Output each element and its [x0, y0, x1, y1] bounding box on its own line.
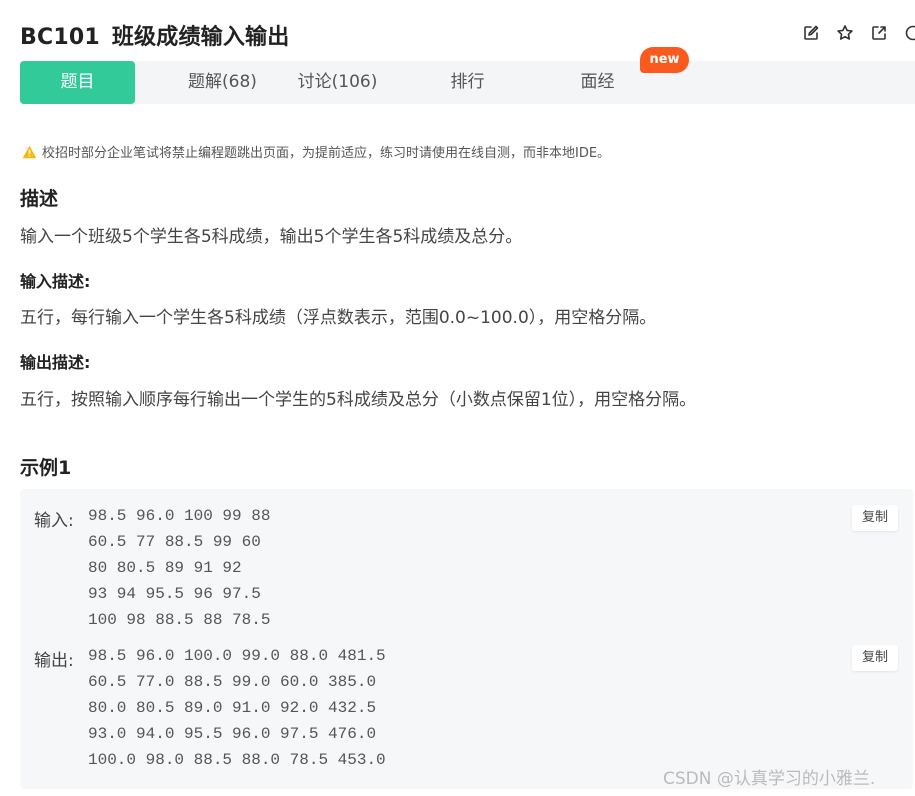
- code-line: 100 98 88.5 88 78.5: [88, 611, 271, 629]
- star-icon[interactable]: [836, 24, 854, 42]
- example-box: 输入: 98.5 96.0 100 99 88 60.5 77 88.5 99 …: [20, 489, 913, 789]
- new-badge: new: [640, 47, 689, 73]
- problem-name: 班级成绩输入输出: [111, 25, 290, 50]
- tab-discussion[interactable]: 讨论(106): [280, 61, 395, 104]
- notice-text: 校招时部分企业笔试将禁止编程题跳出页面，为提前适应，练习时请使用在线自测，而非本…: [42, 146, 611, 161]
- example-output-code: 98.5 96.0 100.0 99.0 88.0 481.5 60.5 77.…: [88, 643, 386, 773]
- code-line: 60.5 77 88.5 99 60: [88, 533, 261, 551]
- notice-banner: 校招时部分企业笔试将禁止编程题跳出页面，为提前适应，练习时请使用在线自测，而非本…: [22, 142, 610, 161]
- example-heading: 示例1: [20, 457, 72, 479]
- code-line: 80.0 80.5 89.0 91.0 92.0 432.5: [88, 699, 377, 717]
- tab-bar: 题目 题解(68) 讨论(106) 排行 面经: [20, 61, 915, 104]
- example-input-label: 输入:: [34, 511, 74, 531]
- header-actions: [795, 24, 915, 44]
- problem-code: BC101: [20, 25, 100, 50]
- code-line: 80 80.5 89 91 92: [88, 559, 242, 577]
- code-line: 98.5 96.0 100 99 88: [88, 507, 271, 525]
- problem-title: BC101 班级成绩输入输出: [20, 19, 289, 51]
- code-line: 60.5 77.0 88.5 99.0 60.0 385.0: [88, 673, 377, 691]
- example-output-label: 输出:: [34, 651, 74, 671]
- input-desc-heading: 输入描述:: [20, 272, 91, 291]
- output-desc-text: 五行，按照输入顺序每行输出一个学生的5科成绩及总分（小数点保留1位），用空格分隔…: [20, 390, 697, 410]
- copy-input-button[interactable]: 复制: [852, 505, 898, 531]
- tab-problem[interactable]: 题目: [20, 61, 135, 104]
- code-line: 100.0 98.0 88.5 88.0 78.5 453.0: [88, 751, 386, 769]
- copy-output-button[interactable]: 复制: [852, 645, 898, 671]
- description-heading: 描述: [20, 188, 59, 210]
- tab-ranking[interactable]: 排行: [410, 61, 525, 104]
- input-desc-text: 五行，每行输入一个学生各5科成绩（浮点数表示，范围0.0~100.0），用空格分…: [20, 308, 657, 328]
- tab-interview[interactable]: 面经: [540, 61, 655, 104]
- watermark: CSDN @认真学习的小雅兰.: [663, 769, 876, 789]
- tab-solutions[interactable]: 题解(68): [165, 61, 280, 104]
- example-input-code: 98.5 96.0 100 99 88 60.5 77 88.5 99 60 8…: [88, 503, 270, 633]
- edit-icon[interactable]: [802, 24, 820, 42]
- output-desc-heading: 输出描述:: [20, 353, 91, 372]
- warning-icon: [22, 145, 37, 158]
- external-link-icon[interactable]: [870, 24, 888, 42]
- code-line: 93.0 94.0 95.5 96.0 97.5 476.0: [88, 725, 377, 743]
- code-line: 93 94 95.5 96 97.5: [88, 585, 261, 603]
- description-text: 输入一个班级5个学生各5科成绩，输出5个学生各5科成绩及总分。: [20, 227, 523, 247]
- code-line: 98.5 96.0 100.0 99.0 88.0 481.5: [88, 647, 386, 665]
- clock-icon[interactable]: [904, 24, 915, 42]
